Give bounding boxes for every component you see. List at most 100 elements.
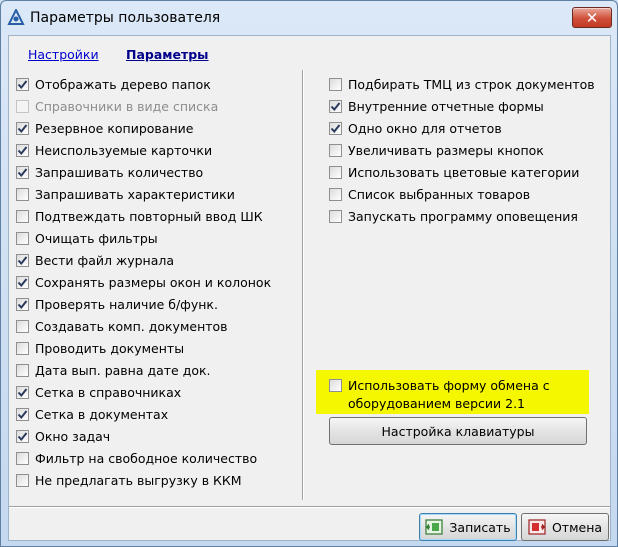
option-label: Резервное копирование (35, 120, 194, 136)
left-option-row[interactable]: Сохранять размеры окон и колонок (16, 273, 271, 291)
option-label: Сохранять размеры окон и колонок (35, 274, 272, 290)
left-option-row[interactable]: Запрашивать количество (16, 163, 203, 181)
option-checkbox[interactable] (16, 187, 29, 201)
right-option-row[interactable]: Подбирать ТМЦ из строк документов (329, 75, 595, 93)
option-label: Неиспользуемые карточки (35, 142, 213, 158)
option-checkbox[interactable] (16, 165, 29, 179)
left-option-row[interactable]: Создавать комп. документов (16, 317, 228, 335)
left-option-row[interactable]: Проверять наличие б/функ. (16, 295, 218, 313)
left-option-row[interactable]: Проводить документы (16, 339, 184, 357)
left-option-row[interactable]: Подтвеждать повторный ввод ШК (16, 207, 263, 225)
option-label: Подбирать ТМЦ из строк документов (348, 76, 595, 92)
option-checkbox[interactable] (16, 407, 29, 421)
left-option-row[interactable]: Окно задач (16, 427, 110, 445)
option-checkbox[interactable] (329, 165, 342, 179)
right-option-row[interactable]: Использовать цветовые категории (329, 163, 579, 181)
option-checkbox[interactable] (16, 297, 29, 311)
right-option-row[interactable]: Увеличивать размеры кнопок (329, 141, 544, 159)
checkmark-icon (17, 123, 28, 133)
option-checkbox[interactable] (16, 231, 29, 245)
save-icon (425, 519, 444, 535)
checkmark-icon (17, 79, 28, 89)
option-label: Справочники в виде списка (35, 98, 219, 114)
option-checkbox[interactable] (16, 363, 29, 377)
cancel-button[interactable]: Отмена (521, 513, 609, 541)
option-checkbox[interactable] (16, 341, 29, 355)
left-option-row[interactable]: Резервное копирование (16, 119, 193, 137)
checkmark-icon (17, 431, 28, 441)
option-label: Фильтр на свободное количество (35, 450, 258, 466)
option-label: Сетка в справочниках (35, 384, 182, 400)
option-label: Проверять наличие б/функ. (35, 296, 218, 312)
checkmark-icon (330, 123, 341, 133)
tab-parameters[interactable]: Параметры (126, 47, 208, 62)
option-checkbox[interactable] (329, 99, 342, 113)
option-label: Увеличивать размеры кнопок (348, 142, 544, 158)
title-bar[interactable]: Параметры пользователя ✕ (1, 1, 617, 35)
option-label: Дата вып. равна дате док. (35, 362, 211, 378)
exchange-form-label-line2: оборудованием версии 2.1 (348, 396, 526, 411)
left-option-row[interactable]: Отображать дерево папок (16, 75, 211, 93)
option-checkbox[interactable] (16, 473, 29, 487)
checkmark-icon (17, 299, 28, 309)
cancel-icon (528, 519, 546, 535)
option-label: Внутренние отчетные формы (348, 98, 544, 114)
app-logo-icon (7, 9, 25, 25)
option-checkbox[interactable] (16, 319, 29, 333)
checkmark-icon (17, 255, 28, 265)
option-checkbox[interactable] (16, 429, 29, 443)
checkmark-icon (17, 387, 28, 397)
option-checkbox[interactable] (329, 187, 342, 201)
right-option-row[interactable]: Запускать программу оповещения (329, 207, 578, 225)
option-checkbox[interactable] (16, 253, 29, 267)
save-button[interactable]: Записать (419, 513, 517, 541)
left-option-row[interactable]: Дата вып. равна дате док. (16, 361, 211, 379)
keyboard-settings-button[interactable]: Настройка клавиатуры (329, 417, 587, 445)
left-option-row[interactable]: Вести файл журнала (16, 251, 174, 269)
checkmark-icon (17, 145, 28, 155)
option-checkbox[interactable] (329, 121, 342, 135)
exchange-form-label[interactable]: Использовать форму обмена с оборудование… (348, 377, 550, 413)
option-checkbox[interactable] (16, 143, 29, 157)
option-checkbox[interactable] (329, 77, 342, 91)
option-checkbox[interactable] (16, 385, 29, 399)
option-label: Использовать цветовые категории (348, 164, 580, 180)
option-checkbox[interactable] (16, 451, 29, 465)
keyboard-settings-label: Настройка клавиатуры (381, 423, 535, 439)
option-label: Очищать фильтры (35, 230, 158, 246)
option-checkbox[interactable] (16, 99, 29, 113)
option-label: Проводить документы (35, 340, 185, 356)
left-option-row[interactable]: Неиспользуемые карточки (16, 141, 212, 159)
option-checkbox[interactable] (329, 209, 342, 223)
option-checkbox[interactable] (16, 121, 29, 135)
right-option-row[interactable]: Список выбранных товаров (329, 185, 530, 203)
cancel-label: Отмена (551, 519, 603, 535)
left-option-row[interactable]: Сетка в справочниках (16, 383, 181, 401)
save-label: Записать (449, 519, 511, 535)
option-label: Запрашивать характеристики (35, 186, 235, 202)
close-button[interactable]: ✕ (572, 7, 612, 28)
option-label: Вести файл журнала (35, 252, 175, 268)
right-option-row[interactable]: Внутренние отчетные формы (329, 97, 544, 115)
right-option-row[interactable]: Одно окно для отчетов (329, 119, 502, 137)
left-option-row[interactable]: Не предлагать выгрузку в ККМ (16, 471, 242, 489)
exchange-form-checkbox[interactable] (329, 379, 342, 392)
footer-divider (9, 506, 610, 508)
option-checkbox[interactable] (16, 275, 29, 289)
option-checkbox[interactable] (16, 209, 29, 223)
left-option-row[interactable]: Очищать фильтры (16, 229, 158, 247)
column-divider (302, 70, 304, 500)
option-label: Запускать программу оповещения (348, 208, 578, 224)
option-label: Не предлагать выгрузку в ККМ (35, 472, 242, 488)
option-checkbox[interactable] (329, 143, 342, 157)
option-label: Список выбранных товаров (348, 186, 531, 202)
left-option-row[interactable]: Фильтр на свободное количество (16, 449, 257, 467)
left-option-row[interactable]: Справочники в виде списка (16, 97, 218, 115)
option-label: Одно окно для отчетов (348, 120, 502, 136)
option-checkbox[interactable] (16, 77, 29, 91)
option-label: Подтвеждать повторный ввод ШК (35, 208, 263, 224)
left-option-row[interactable]: Запрашивать характеристики (16, 185, 235, 203)
tab-settings[interactable]: Настройки (28, 47, 99, 62)
dialog-window: Параметры пользователя ✕ Настройки Парам… (0, 0, 618, 547)
left-option-row[interactable]: Сетка в документах (16, 405, 168, 423)
